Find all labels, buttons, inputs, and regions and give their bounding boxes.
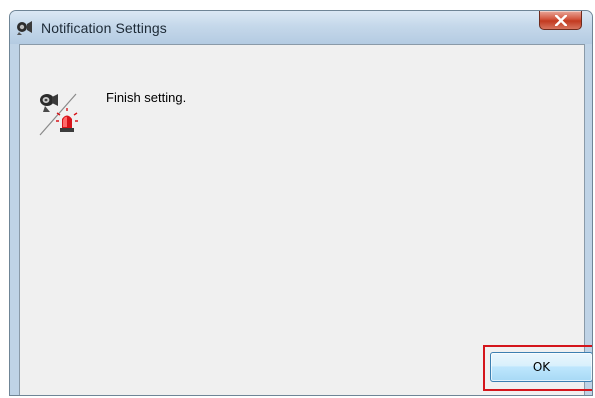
camera-alarm-icon bbox=[36, 88, 82, 138]
title-bar[interactable]: Notification Settings bbox=[10, 11, 592, 44]
window-title: Notification Settings bbox=[41, 20, 167, 36]
dialog-window: Notification Settings Finish setting. OK bbox=[9, 10, 593, 396]
close-button[interactable] bbox=[539, 11, 582, 30]
ok-button[interactable]: OK bbox=[490, 352, 592, 382]
close-icon bbox=[555, 15, 567, 26]
notification-settings-icon bbox=[15, 18, 35, 36]
dialog-content: Finish setting. OK bbox=[19, 44, 592, 395]
dialog-message: Finish setting. bbox=[106, 90, 187, 105]
